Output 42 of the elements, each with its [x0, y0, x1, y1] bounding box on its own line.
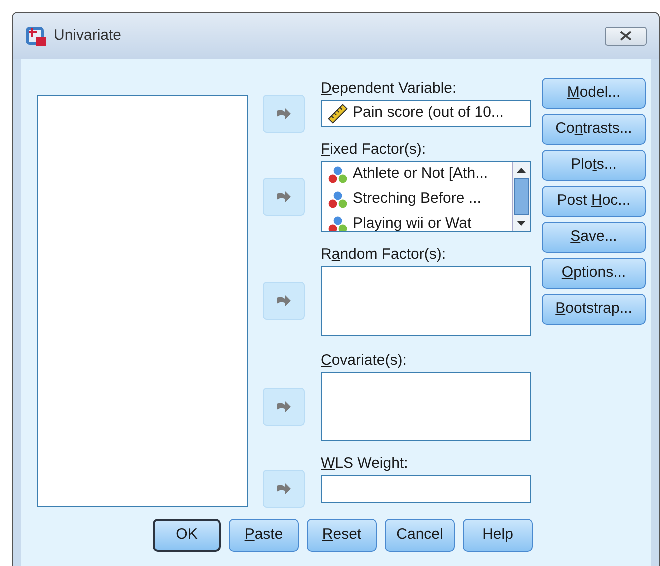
variable-item[interactable]: Athlete or Not [Ath...	[328, 162, 512, 187]
move-arrow-button[interactable]	[263, 178, 305, 216]
variable-field[interactable]	[321, 475, 531, 503]
dialog-button[interactable]: OK	[153, 519, 221, 552]
dialog-button[interactable]: Reset	[307, 519, 377, 552]
window-title: Univariate	[54, 26, 122, 46]
dialog-button[interactable]: Help	[463, 519, 533, 552]
dialog-button[interactable]: Cancel	[385, 519, 455, 552]
move-arrow-button[interactable]	[263, 282, 305, 320]
app-logo-icon	[25, 25, 47, 47]
dialog-button[interactable]: Save...	[542, 222, 646, 253]
scroll-thumb[interactable]	[514, 178, 529, 215]
field-label: Fixed Factor(s):	[321, 141, 426, 159]
variable-list-box[interactable]	[321, 372, 531, 441]
arrow-icon	[276, 400, 292, 412]
dialog-button[interactable]: Paste	[229, 519, 299, 552]
dialog-button[interactable]: Plots...	[542, 150, 646, 181]
close-icon	[620, 31, 632, 41]
variable-item[interactable]: Playing wii or Wat	[328, 212, 512, 231]
dialog-button[interactable]: Model...	[542, 78, 646, 109]
move-arrow-button[interactable]	[263, 388, 305, 426]
field-label: WLS Weight:	[321, 455, 408, 473]
move-arrow-button[interactable]	[263, 470, 305, 508]
arrow-icon	[276, 483, 292, 495]
arrow-icon	[276, 190, 292, 202]
nominal-balls-icon	[328, 216, 348, 231]
close-button[interactable]	[605, 26, 647, 46]
nominal-balls-icon	[328, 166, 348, 184]
move-arrow-button[interactable]	[263, 94, 305, 132]
dialog-button[interactable]: Options...	[542, 258, 646, 289]
scrollbar[interactable]	[512, 162, 530, 231]
field-label: Covariate(s):	[321, 352, 407, 370]
field-label: Dependent Variable:	[321, 80, 457, 98]
nominal-balls-icon	[328, 190, 348, 208]
field-label: Random Factor(s):	[321, 246, 446, 264]
variable-item[interactable]: Streching Before ...	[328, 187, 512, 212]
arrow-icon	[276, 108, 292, 120]
dialog-button[interactable]: Bootstrap...	[542, 294, 646, 325]
variable-list-box[interactable]	[321, 266, 531, 336]
dialog-button[interactable]: Contrasts...	[542, 114, 646, 145]
arrow-icon	[276, 295, 292, 307]
dialog-button[interactable]: Post Hoc...	[542, 186, 646, 217]
